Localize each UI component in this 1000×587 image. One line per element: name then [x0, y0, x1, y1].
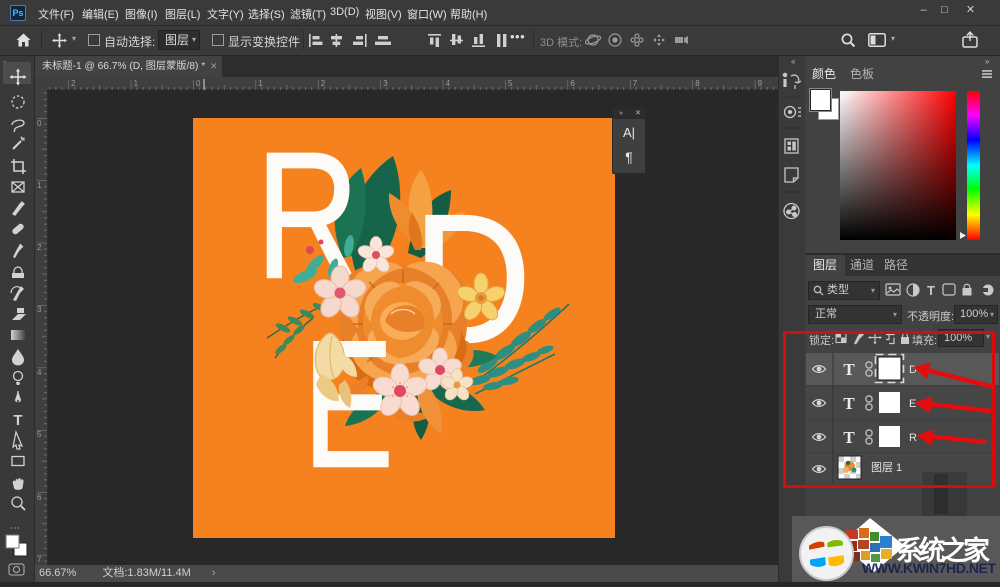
svg-text:⋯: ⋯ — [10, 523, 20, 534]
svg-text:6: 6 — [37, 493, 42, 502]
svg-text:8: 8 — [695, 79, 700, 88]
svg-text:1: 1 — [258, 79, 263, 88]
svg-text:6: 6 — [570, 79, 575, 88]
svg-text:T: T — [13, 412, 22, 429]
svg-text:4: 4 — [37, 368, 42, 377]
svg-text:0: 0 — [196, 79, 201, 88]
svg-text:4: 4 — [446, 79, 451, 88]
svg-text:9: 9 — [758, 79, 763, 88]
svg-text:«: « — [791, 57, 796, 66]
svg-text:WWW.KWIN7HD.NET: WWW.KWIN7HD.NET — [862, 560, 996, 576]
svg-text:2: 2 — [71, 79, 76, 88]
svg-text:7: 7 — [37, 555, 42, 564]
svg-text:0: 0 — [37, 119, 42, 128]
svg-text:2: 2 — [37, 243, 42, 252]
svg-text:3: 3 — [37, 305, 42, 314]
svg-text:1: 1 — [37, 181, 42, 190]
svg-text:T: T — [927, 283, 935, 298]
svg-text:5: 5 — [508, 79, 513, 88]
svg-text:3: 3 — [383, 79, 388, 88]
svg-text:2: 2 — [321, 79, 326, 88]
svg-text:1: 1 — [134, 79, 139, 88]
svg-text:7: 7 — [633, 79, 638, 88]
svg-text:5: 5 — [37, 430, 42, 439]
